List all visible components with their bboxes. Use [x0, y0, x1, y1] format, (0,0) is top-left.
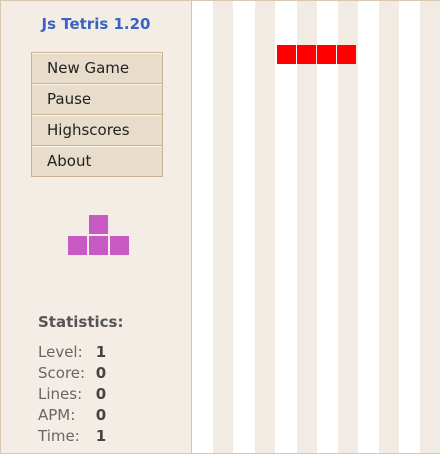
stat-time-label: Time:	[38, 427, 80, 445]
highscores-button[interactable]: Highscores	[32, 115, 162, 146]
stat-level: Level: 1	[38, 342, 123, 363]
app-title: Js Tetris 1.20	[41, 15, 151, 33]
stat-lines: Lines: 0	[38, 384, 123, 405]
next-piece-block	[89, 236, 108, 255]
next-piece-block	[110, 236, 129, 255]
stat-level-label: Level:	[38, 343, 83, 361]
board-column-stripe	[255, 1, 275, 453]
main-menu: New Game Pause Highscores About	[31, 52, 163, 177]
active-piece-block	[337, 45, 356, 64]
stat-apm-value: 0	[95, 406, 107, 424]
stat-time-value: 1	[95, 427, 107, 445]
stat-score-label: Score:	[38, 364, 86, 382]
game-window: Js Tetris 1.20 New Game Pause Highscores…	[0, 0, 440, 454]
stat-score-value: 0	[95, 364, 107, 382]
stat-apm-label: APM:	[38, 406, 76, 424]
about-button[interactable]: About	[32, 146, 162, 176]
stat-lines-label: Lines:	[38, 385, 83, 403]
active-piece-block	[277, 45, 296, 64]
pause-button[interactable]: Pause	[32, 84, 162, 115]
board-column-stripe	[338, 1, 358, 453]
stat-lines-value: 0	[95, 385, 107, 403]
board-column-stripe	[379, 1, 399, 453]
next-piece-block	[89, 215, 108, 234]
statistics-title: Statistics:	[38, 313, 124, 331]
next-piece-preview	[68, 215, 130, 255]
active-piece-block	[297, 45, 316, 64]
board-column-stripe	[213, 1, 233, 453]
board-column-stripe	[420, 1, 440, 453]
stat-level-value: 1	[95, 343, 107, 361]
next-piece-block	[68, 236, 87, 255]
game-board[interactable]	[192, 1, 440, 453]
board-column-stripe	[297, 1, 317, 453]
active-piece-block	[317, 45, 336, 64]
sidebar: Js Tetris 1.20 New Game Pause Highscores…	[1, 1, 192, 453]
stat-time: Time: 1	[38, 426, 123, 447]
stat-score: Score: 0	[38, 363, 123, 384]
new-game-button[interactable]: New Game	[32, 53, 162, 84]
stat-apm: APM: 0	[38, 405, 123, 426]
statistics-panel: Statistics: Level: 1 Score: 0 Lines: 0 A…	[38, 313, 123, 447]
